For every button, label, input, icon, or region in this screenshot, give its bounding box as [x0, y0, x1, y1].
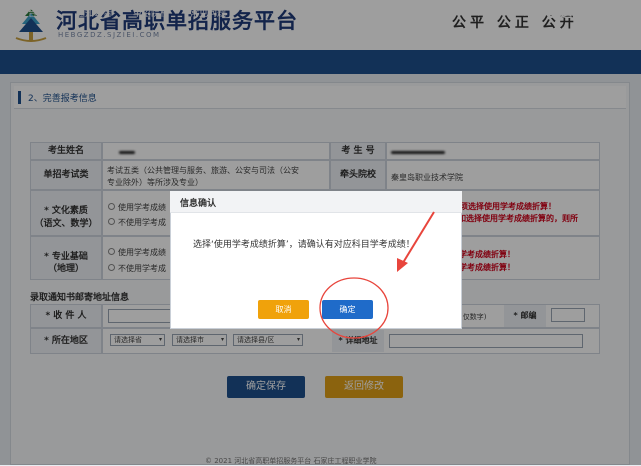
annotation-circle — [319, 277, 389, 339]
annotation-arrow-line — [400, 211, 435, 267]
annotation-overlay — [319, 211, 435, 339]
annotation-arrow-head — [397, 258, 408, 272]
